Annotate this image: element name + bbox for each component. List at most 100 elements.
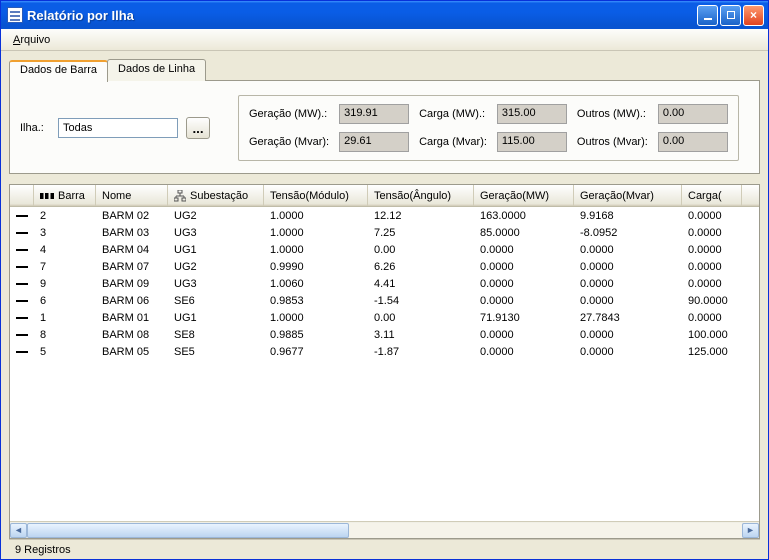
status-text: 9 Registros	[15, 544, 71, 556]
grid-header: Barra Nome Subestação Tensão(Módulo) Ten…	[10, 185, 759, 207]
cell-subestacao: UG1	[168, 311, 264, 325]
carga-mvar-value: 115.00	[497, 132, 567, 152]
cell-subestacao: SE6	[168, 294, 264, 308]
cell-subestacao: UG1	[168, 243, 264, 257]
ilha-browse-button[interactable]: ...	[186, 117, 210, 139]
cell-nome: BARM 08	[96, 328, 168, 342]
col-barra[interactable]: Barra	[34, 185, 96, 206]
row-handle[interactable]	[10, 333, 34, 337]
col-geracao-mw[interactable]: Geração(MW)	[474, 185, 574, 206]
close-button[interactable]: ×	[743, 5, 764, 26]
cell-carga: 125.000	[682, 345, 742, 359]
cell-barra: 2	[34, 209, 96, 223]
app-icon	[7, 7, 23, 23]
table-row[interactable]: 1BARM 01UG11.00000.0071.913027.78430.000…	[10, 309, 759, 326]
table-row[interactable]: 2BARM 02UG21.000012.12163.00009.91680.00…	[10, 207, 759, 224]
tab-dados-linha[interactable]: Dados de Linha	[107, 59, 206, 81]
col-geracao-mvar[interactable]: Geração(Mvar)	[574, 185, 682, 206]
outros-mw-value: 0.00	[658, 104, 728, 124]
cell-subestacao: UG3	[168, 226, 264, 240]
table-row[interactable]: 9BARM 09UG31.00604.410.00000.00000.0000	[10, 275, 759, 292]
cell-tensao-angulo: -1.87	[368, 345, 474, 359]
scroll-track[interactable]	[27, 523, 742, 538]
row-handle[interactable]	[10, 316, 34, 320]
col-nome[interactable]: Nome	[96, 185, 168, 206]
row-handle[interactable]	[10, 265, 34, 269]
cell-geracao-mw: 163.0000	[474, 209, 574, 223]
scroll-thumb[interactable]	[27, 523, 349, 538]
cell-barra: 3	[34, 226, 96, 240]
cell-nome: BARM 02	[96, 209, 168, 223]
cell-barra: 6	[34, 294, 96, 308]
filter-panel: Ilha.: ... Geração (MW).: 319.91 Carga (…	[9, 80, 760, 174]
cell-carga: 0.0000	[682, 243, 742, 257]
carga-mw-label: Carga (MW).:	[419, 108, 487, 120]
cell-carga: 100.000	[682, 328, 742, 342]
ilha-label: Ilha.:	[20, 122, 50, 134]
row-handle[interactable]	[10, 350, 34, 354]
cell-subestacao: SE8	[168, 328, 264, 342]
cell-geracao-mw: 0.0000	[474, 260, 574, 274]
table-row[interactable]: 8BARM 08SE80.98853.110.00000.0000100.000	[10, 326, 759, 343]
cell-geracao-mvar: -8.0952	[574, 226, 682, 240]
cell-geracao-mw: 0.0000	[474, 243, 574, 257]
outros-mvar-label: Outros (Mvar):	[577, 136, 648, 148]
content-area: Dados de Barra Dados de Linha Ilha.: ...…	[1, 51, 768, 559]
geracao-mvar-value: 29.61	[339, 132, 409, 152]
cell-geracao-mvar: 27.7843	[574, 311, 682, 325]
tree-icon	[174, 190, 186, 202]
cell-barra: 1	[34, 311, 96, 325]
scroll-left-arrow[interactable]: ◄	[10, 523, 27, 538]
cell-carga: 90.0000	[682, 294, 742, 308]
row-handle[interactable]	[10, 299, 34, 303]
cell-tensao-angulo: 12.12	[368, 209, 474, 223]
window-title: Relatório por Ilha	[27, 8, 695, 23]
cell-geracao-mvar: 9.9168	[574, 209, 682, 223]
cell-tensao-modulo: 1.0000	[264, 243, 368, 257]
outros-mvar-value: 0.00	[658, 132, 728, 152]
col-carga[interactable]: Carga(	[682, 185, 742, 206]
cell-barra: 5	[34, 345, 96, 359]
cell-carga: 0.0000	[682, 260, 742, 274]
minimize-button[interactable]	[697, 5, 718, 26]
cell-barra: 9	[34, 277, 96, 291]
cell-geracao-mvar: 0.0000	[574, 345, 682, 359]
cell-subestacao: SE5	[168, 345, 264, 359]
geracao-mvar-label: Geração (Mvar):	[249, 136, 329, 148]
data-grid: Barra Nome Subestação Tensão(Módulo) Ten…	[9, 184, 760, 539]
cell-subestacao: UG3	[168, 277, 264, 291]
statusbar: 9 Registros	[9, 539, 760, 559]
geracao-mw-label: Geração (MW).:	[249, 108, 329, 120]
cell-carga: 0.0000	[682, 226, 742, 240]
table-row[interactable]: 3BARM 03UG31.00007.2585.0000-8.09520.000…	[10, 224, 759, 241]
cell-geracao-mvar: 0.0000	[574, 260, 682, 274]
cell-barra: 4	[34, 243, 96, 257]
tab-dados-barra[interactable]: Dados de Barra	[9, 60, 108, 82]
cell-nome: BARM 09	[96, 277, 168, 291]
col-subestacao[interactable]: Subestação	[168, 185, 264, 206]
menu-arquivo[interactable]: Arquivo	[5, 32, 58, 48]
table-row[interactable]: 5BARM 05SE50.9677-1.870.00000.0000125.00…	[10, 343, 759, 360]
maximize-button[interactable]	[720, 5, 741, 26]
cell-tensao-modulo: 1.0000	[264, 311, 368, 325]
table-row[interactable]: 6BARM 06SE60.9853-1.540.00000.000090.000…	[10, 292, 759, 309]
scroll-right-arrow[interactable]: ►	[742, 523, 759, 538]
horizontal-scrollbar[interactable]: ◄ ►	[10, 521, 759, 538]
row-handle[interactable]	[10, 248, 34, 252]
row-handle[interactable]	[10, 214, 34, 218]
cell-barra: 8	[34, 328, 96, 342]
menubar: Arquivo	[1, 29, 768, 51]
cell-geracao-mw: 0.0000	[474, 328, 574, 342]
table-row[interactable]: 4BARM 04UG11.00000.000.00000.00000.0000	[10, 241, 759, 258]
col-tensao-modulo[interactable]: Tensão(Módulo)	[264, 185, 368, 206]
col-tensao-angulo[interactable]: Tensão(Ângulo)	[368, 185, 474, 206]
cell-tensao-modulo: 1.0000	[264, 209, 368, 223]
col-handle[interactable]	[10, 185, 34, 206]
cell-geracao-mw: 0.0000	[474, 277, 574, 291]
row-handle[interactable]	[10, 231, 34, 235]
row-handle[interactable]	[10, 282, 34, 286]
table-row[interactable]: 7BARM 07UG20.99906.260.00000.00000.0000	[10, 258, 759, 275]
ilha-input[interactable]	[58, 118, 178, 138]
cell-tensao-angulo: 4.41	[368, 277, 474, 291]
outros-mw-label: Outros (MW).:	[577, 108, 648, 120]
